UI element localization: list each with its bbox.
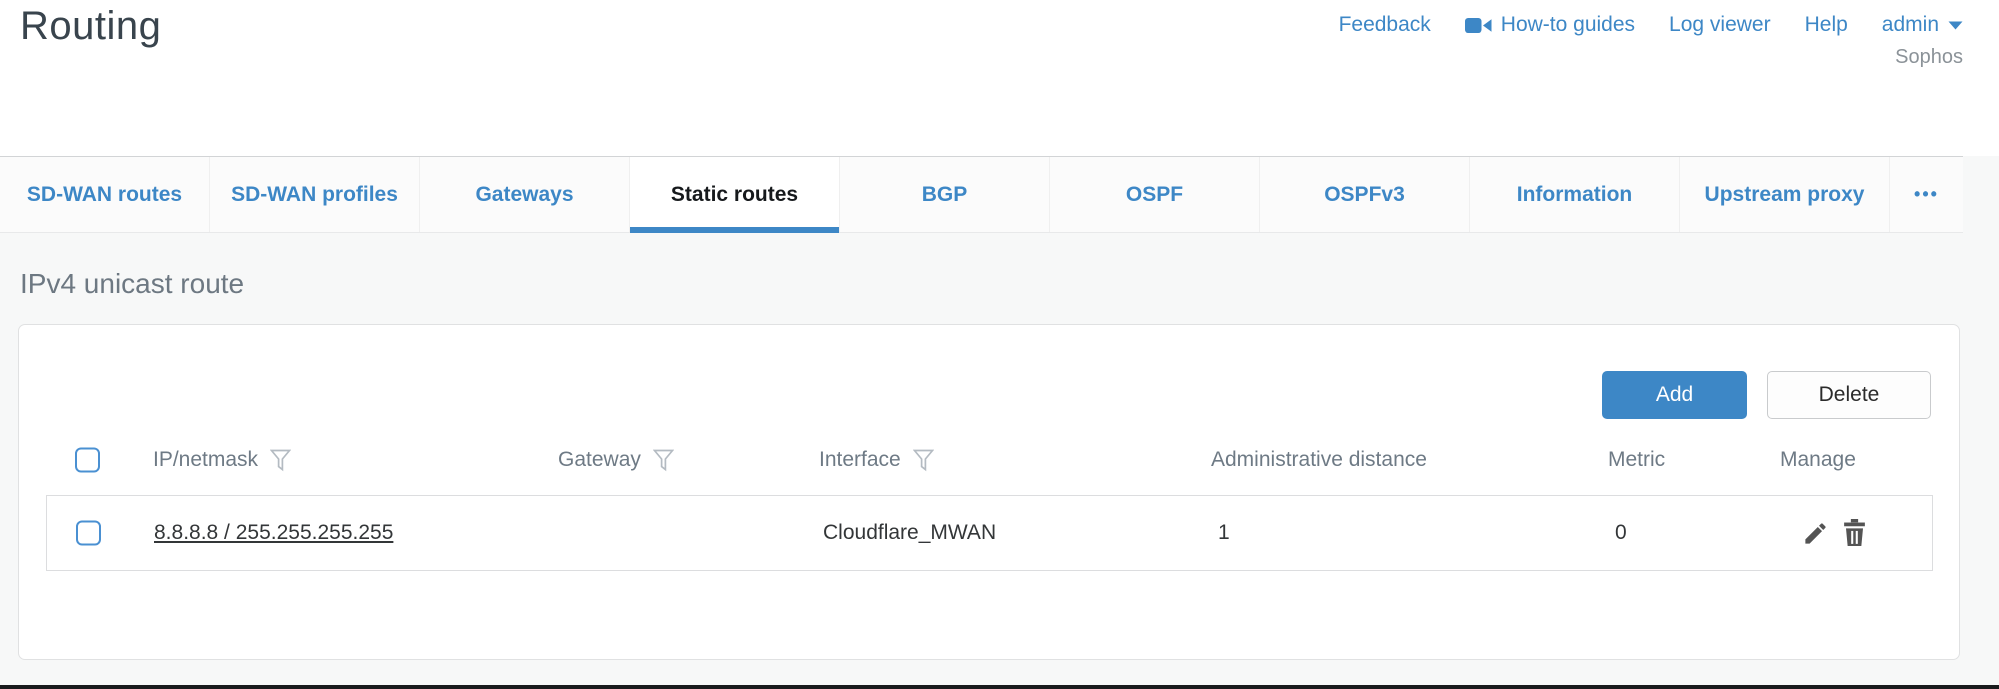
column-header-metric: Metric: [1608, 448, 1665, 472]
tab-information[interactable]: Information: [1470, 157, 1680, 232]
route-metric-value: 0: [1615, 521, 1627, 545]
manage-actions: [1802, 519, 1867, 547]
routing-tabbar: SD-WAN routes SD-WAN profiles Gateways S…: [0, 156, 1963, 233]
feedback-link[interactable]: Feedback: [1339, 13, 1431, 37]
edit-pencil-icon[interactable]: [1802, 520, 1829, 547]
help-link[interactable]: Help: [1805, 13, 1848, 37]
top-nav: Feedback How-to guides Log viewer Help a…: [1339, 13, 1963, 37]
filter-funnel-icon[interactable]: [653, 449, 674, 472]
howto-guides-link[interactable]: How-to guides: [1465, 13, 1635, 37]
select-all-checkbox[interactable]: [75, 448, 100, 473]
tab-upstream-proxy[interactable]: Upstream proxy: [1680, 157, 1890, 232]
more-tabs-button[interactable]: •••: [1890, 157, 1963, 232]
section-title: IPv4 unicast route: [20, 268, 244, 300]
route-interface-value: Cloudflare_MWAN: [823, 521, 996, 545]
log-viewer-link[interactable]: Log viewer: [1669, 13, 1771, 37]
page-title: Routing: [20, 4, 161, 49]
column-header-admin-distance: Administrative distance: [1211, 448, 1427, 472]
route-ip-netmask-link[interactable]: 8.8.8.8 / 255.255.255.255: [154, 521, 393, 544]
table-header: IP/netmask Gateway Interface Administrat…: [19, 437, 1959, 483]
page-header: Routing Feedback How-to guides Log viewe…: [0, 0, 1999, 156]
column-header-interface[interactable]: Interface: [819, 448, 934, 472]
add-button[interactable]: Add: [1602, 371, 1747, 419]
table-row: 8.8.8.8 / 255.255.255.255 Cloudflare_MWA…: [46, 495, 1933, 571]
video-camera-icon: [1465, 17, 1492, 34]
tab-static-routes[interactable]: Static routes: [630, 157, 840, 232]
tab-gateways[interactable]: Gateways: [420, 157, 630, 232]
caret-down-icon: [1948, 21, 1963, 30]
column-header-manage: Manage: [1780, 448, 1856, 472]
tab-sdwan-profiles[interactable]: SD-WAN profiles: [210, 157, 420, 232]
delete-button[interactable]: Delete: [1767, 371, 1931, 419]
static-routes-card: Add Delete IP/netmask Gateway Interface: [18, 324, 1960, 660]
admin-menu[interactable]: admin: [1882, 13, 1963, 37]
tab-ospfv3[interactable]: OSPFv3: [1260, 157, 1470, 232]
window-bottom-edge: [0, 685, 1999, 689]
column-header-gateway[interactable]: Gateway: [558, 448, 674, 472]
brand-label: Sophos: [1895, 46, 1963, 69]
tab-bgp[interactable]: BGP: [840, 157, 1050, 232]
row-checkbox[interactable]: [76, 521, 101, 546]
filter-funnel-icon[interactable]: [270, 449, 291, 472]
tab-ospf[interactable]: OSPF: [1050, 157, 1260, 232]
route-admin-distance-value: 1: [1218, 521, 1230, 545]
trash-icon[interactable]: [1842, 519, 1867, 547]
routing-page: Routing Feedback How-to guides Log viewe…: [0, 0, 1999, 689]
filter-funnel-icon[interactable]: [913, 449, 934, 472]
tab-sdwan-routes[interactable]: SD-WAN routes: [0, 157, 210, 232]
column-header-ip-netmask[interactable]: IP/netmask: [153, 448, 291, 472]
